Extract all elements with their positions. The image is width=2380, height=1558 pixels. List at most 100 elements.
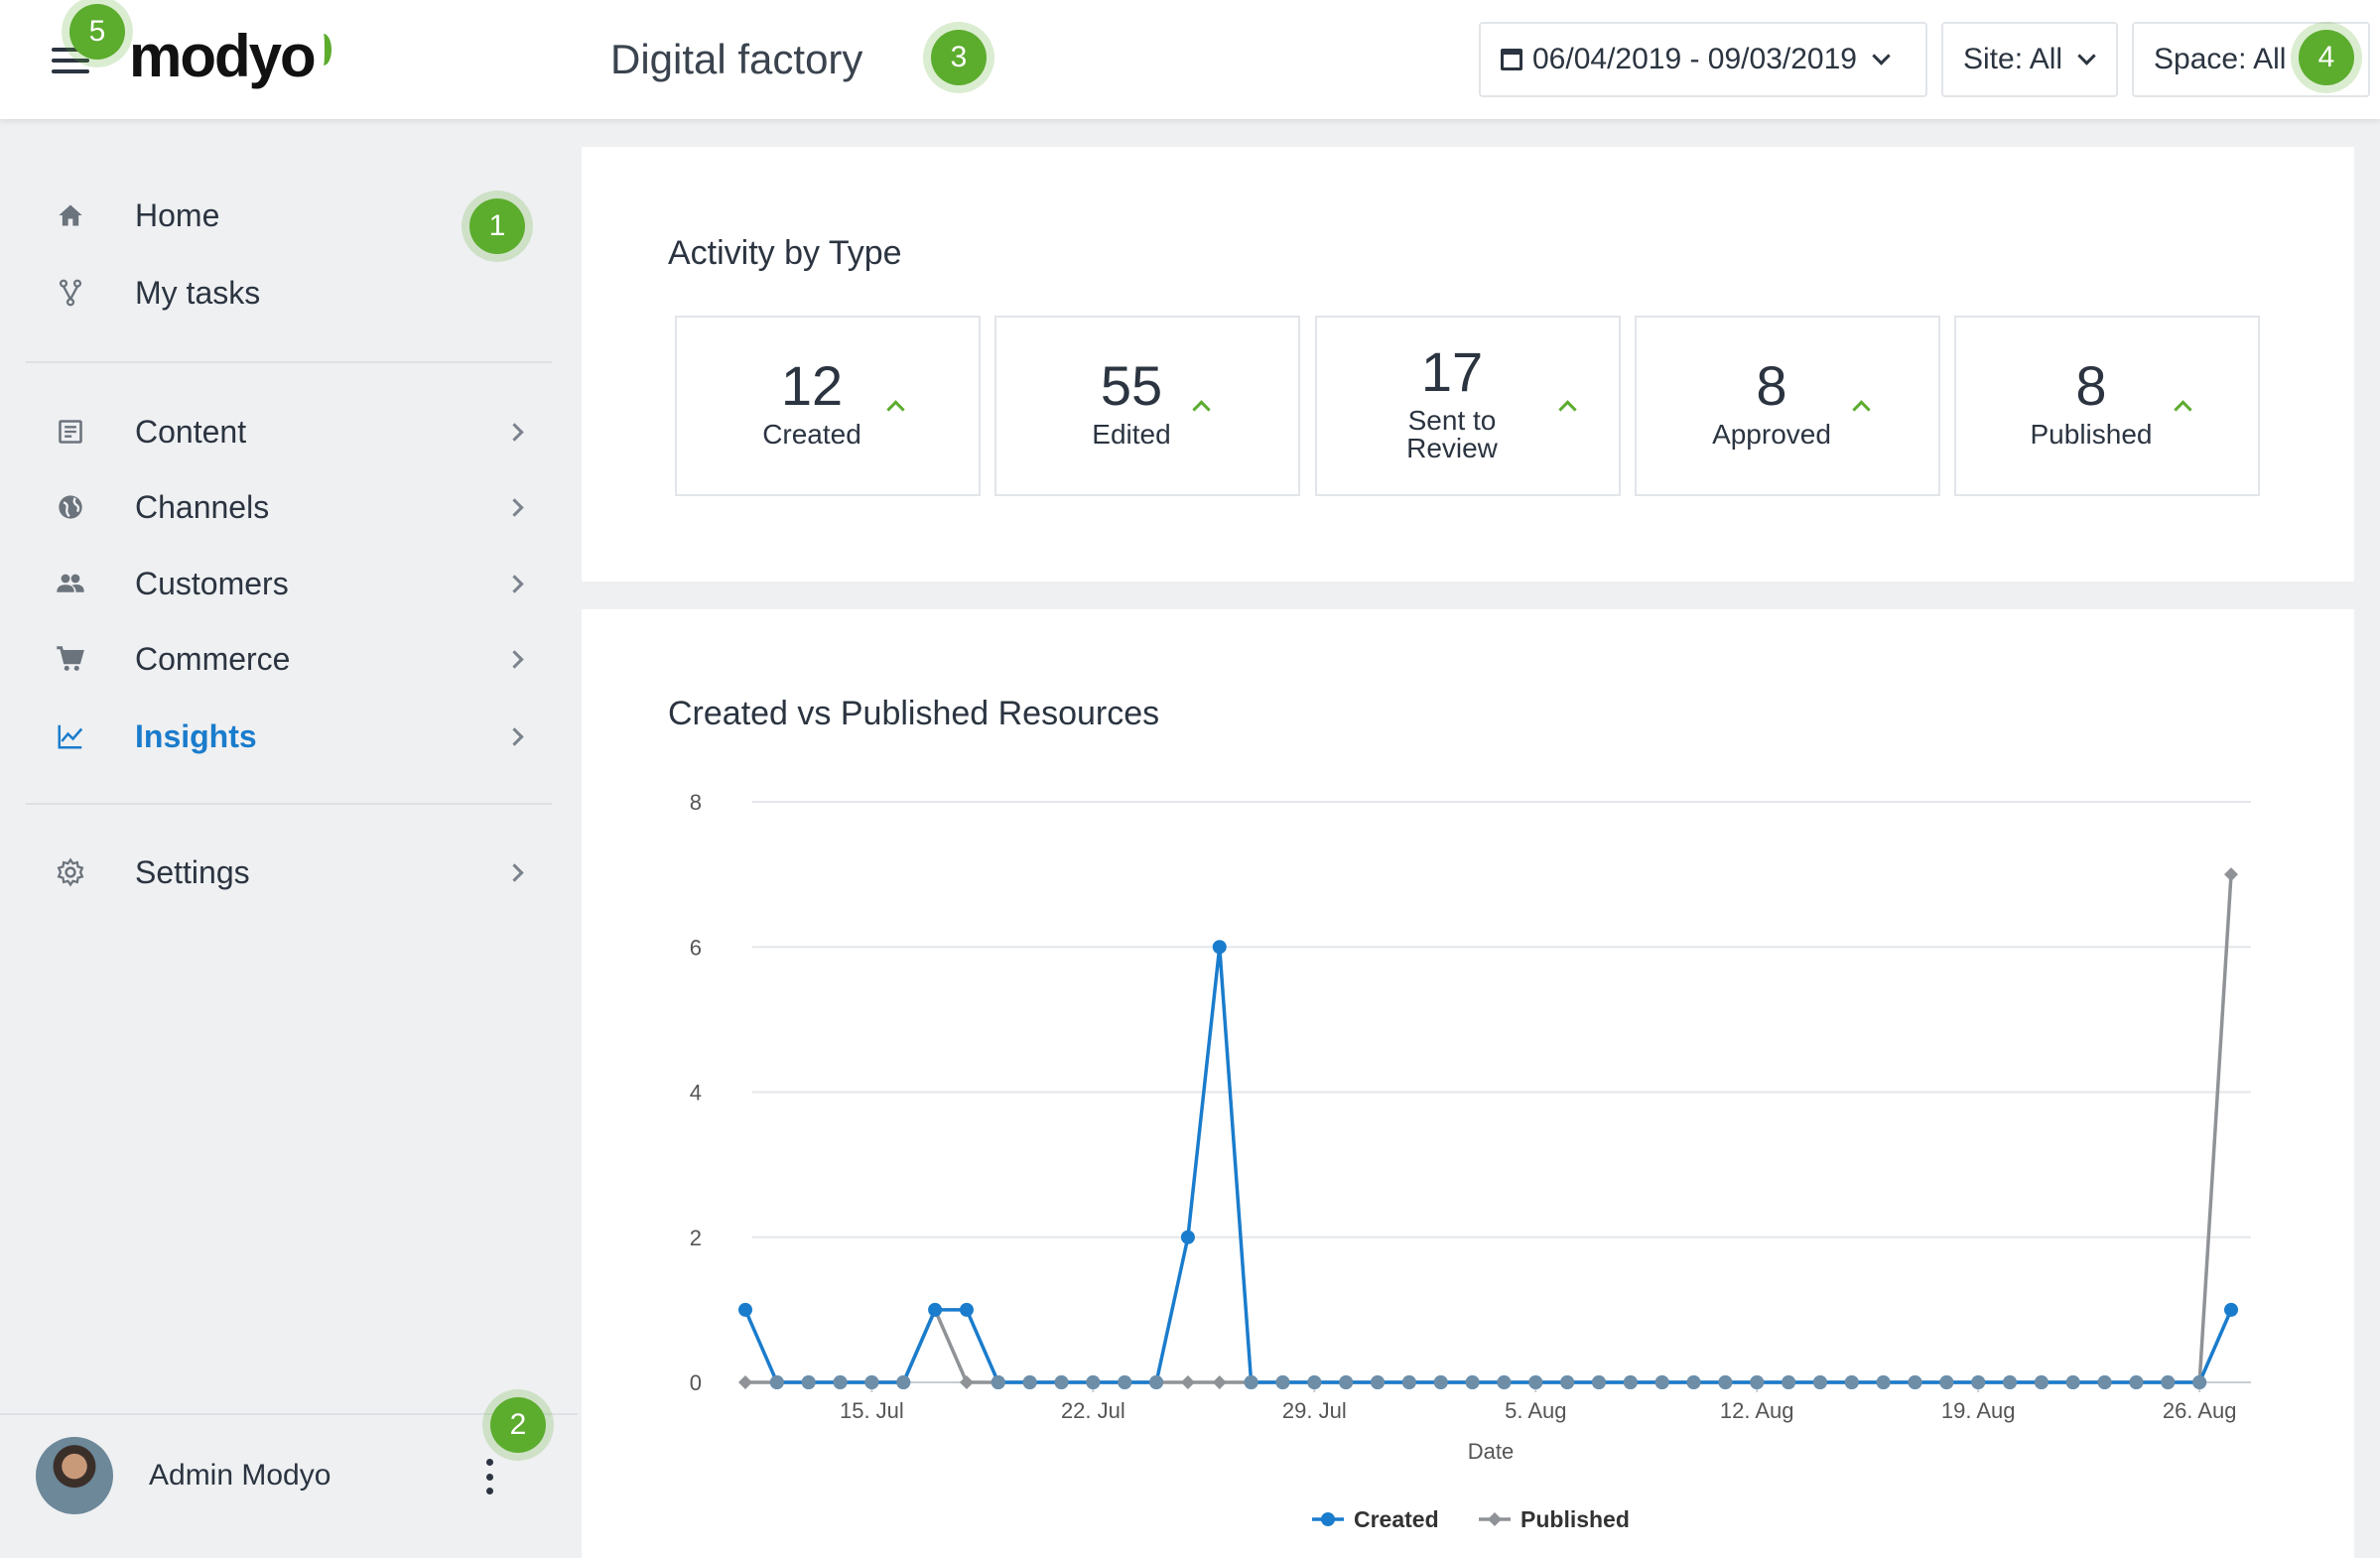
stat-value: 12 [780, 354, 844, 417]
sidebar-item-label: Settings [135, 853, 250, 890]
more-options-icon[interactable] [484, 1459, 494, 1494]
callout-badge-2: 2 [490, 1397, 546, 1453]
data-point-overlap [1465, 1375, 1480, 1389]
divider [26, 361, 552, 363]
sidebar-item-content[interactable]: Content [0, 400, 556, 463]
stat-label: Sent to Review [1406, 405, 1498, 463]
sidebar-item-settings[interactable]: Settings [0, 841, 556, 904]
user-profile: Admin Modyo [0, 1413, 578, 1558]
sidebar-item-channels[interactable]: Channels [0, 475, 556, 539]
data-point-overlap [1560, 1375, 1575, 1389]
x-tick-label: 29. Jul [1282, 1398, 1347, 1423]
data-point-overlap [1876, 1375, 1891, 1389]
data-point-overlap [1686, 1375, 1701, 1389]
callout-badge-3: 3 [931, 30, 987, 85]
logo-accent [316, 34, 331, 65]
callout-badge-4: 4 [2299, 30, 2354, 85]
divider [26, 803, 552, 805]
data-point-overlap [1307, 1375, 1322, 1389]
data-point-overlap [1275, 1375, 1290, 1389]
space-filter-label: Space: All [2154, 43, 2287, 75]
y-tick-label: 2 [690, 1226, 702, 1250]
stat-created: 12 Created [675, 316, 981, 496]
chevron-right-icon [505, 422, 524, 442]
sidebar-item-my-tasks[interactable]: My tasks [0, 261, 556, 325]
chevron-down-icon [1872, 46, 1891, 65]
sidebar-item-label: Content [135, 413, 247, 450]
x-tick-label: 22. Jul [1061, 1398, 1125, 1423]
people-icon [56, 569, 85, 598]
data-point-published [1212, 1375, 1227, 1389]
data-point-overlap [1908, 1375, 1922, 1389]
date-range-picker[interactable]: 06/04/2019 - 09/03/2019 [1479, 22, 1927, 97]
data-point-overlap [1086, 1375, 1101, 1389]
data-point-overlap [2129, 1375, 2144, 1389]
data-point-overlap [1149, 1375, 1164, 1389]
cart-icon [56, 644, 85, 674]
avatar[interactable] [36, 1437, 113, 1514]
sidebar-item-insights[interactable]: Insights [0, 705, 556, 768]
callout-badge-1: 1 [469, 198, 525, 254]
data-point-overlap [1054, 1375, 1069, 1389]
data-point-overlap [896, 1375, 911, 1389]
sidebar-item-label: My tasks [135, 274, 261, 311]
data-point-overlap [991, 1375, 1005, 1389]
data-point-created [2224, 1302, 2238, 1317]
x-tick-label: 12. Aug [1720, 1398, 1794, 1423]
data-point-overlap [1844, 1375, 1859, 1389]
data-point-created [1212, 940, 1227, 955]
site-filter[interactable]: Site: All [1941, 22, 2118, 97]
line-chart: 0 2 4 6 8 15. Jul 22. Jul 29. Jul 5. Aug 12. Aug 1… [690, 790, 2251, 1532]
data-point-overlap [2161, 1375, 2176, 1389]
chevron-right-icon [505, 574, 524, 593]
stat-label: Approved [1712, 419, 1831, 450]
logo: modyo [129, 23, 317, 89]
data-point-published [959, 1375, 974, 1389]
data-point-overlap [1971, 1375, 1986, 1389]
document-icon [56, 417, 85, 447]
data-point-created [738, 1302, 752, 1317]
data-point-overlap [1939, 1375, 1954, 1389]
site-filter-label: Site: All [1963, 43, 2063, 75]
sidebar: Home My tasks Content Channels Customers… [0, 119, 578, 1558]
sidebar-item-label: Insights [135, 717, 257, 754]
legend-label-published: Published [1521, 1506, 1630, 1532]
data-point-overlap [1433, 1375, 1448, 1389]
chevron-down-icon [2077, 46, 2096, 65]
legend-label-created: Created [1354, 1506, 1439, 1532]
stat-sent-to-review: 17 Sent to Review [1315, 316, 1621, 496]
sidebar-item-label: Commerce [135, 640, 291, 677]
legend-marker-created [1321, 1512, 1335, 1526]
data-point-overlap [801, 1375, 816, 1389]
activity-title: Activity by Type [668, 234, 902, 272]
globe-icon [56, 492, 85, 522]
x-tick-label: 15. Jul [840, 1398, 904, 1423]
data-point-overlap [1812, 1375, 1827, 1389]
callout-badge-5: 5 [69, 4, 125, 60]
data-point-overlap [2097, 1375, 2112, 1389]
page-title: Digital factory [610, 36, 863, 82]
data-point-published [1180, 1375, 1195, 1389]
top-bar: modyo Digital factory 06/04/2019 - 09/03… [0, 0, 2380, 119]
data-point-overlap [1022, 1375, 1037, 1389]
data-point-overlap [2065, 1375, 2080, 1389]
chevron-right-icon [505, 649, 524, 669]
data-point-overlap [2003, 1375, 2018, 1389]
sidebar-item-commerce[interactable]: Commerce [0, 627, 556, 691]
stat-edited: 55 Edited [994, 316, 1300, 496]
stat-value: 17 [1420, 340, 1484, 403]
stat-value: 55 [1100, 354, 1163, 417]
x-tick-label: 5. Aug [1505, 1398, 1566, 1423]
x-tick-label: 19. Aug [1941, 1398, 2016, 1423]
stat-approved: 8 Approved [1635, 316, 1940, 496]
sidebar-item-label: Home [135, 196, 220, 233]
data-point-created [928, 1302, 943, 1317]
sidebar-item-label: Channels [135, 488, 270, 525]
data-point-overlap [1654, 1375, 1669, 1389]
sidebar-item-customers[interactable]: Customers [0, 552, 556, 615]
data-point-published [2224, 867, 2238, 882]
data-point-overlap [1497, 1375, 1512, 1389]
chevron-right-icon [505, 726, 524, 746]
data-point-overlap [2034, 1375, 2049, 1389]
stat-label: Edited [1092, 419, 1171, 450]
